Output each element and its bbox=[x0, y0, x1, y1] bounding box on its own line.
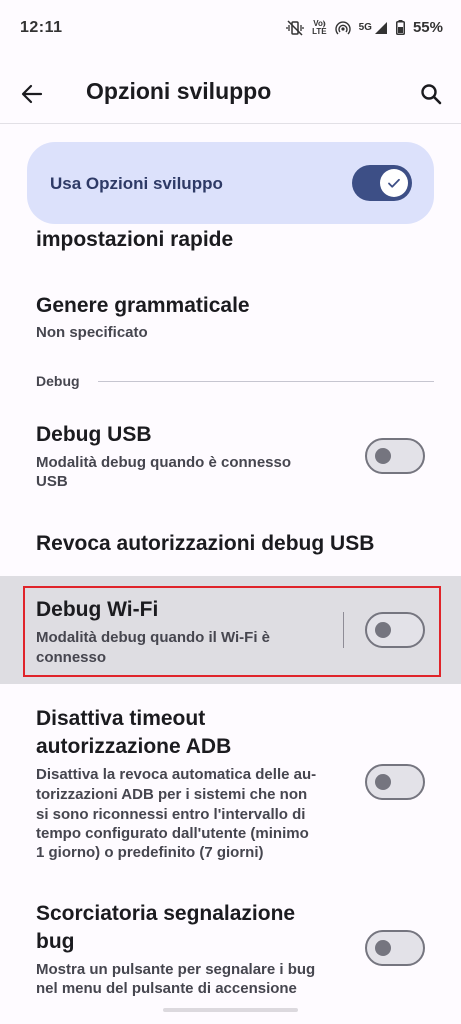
switch-knob bbox=[380, 169, 408, 197]
page-title: Opzioni sviluppo bbox=[86, 78, 272, 104]
highlight-annotation-box bbox=[23, 586, 441, 677]
setting-subtitle: nel menu del pulsante di accensione bbox=[36, 980, 297, 997]
gesture-nav-bar[interactable] bbox=[163, 1008, 298, 1012]
arrow-back-icon bbox=[21, 84, 43, 104]
section-divider bbox=[98, 381, 434, 382]
switch-knob bbox=[375, 940, 391, 956]
master-switch-label: Usa Opzioni sviluppo bbox=[50, 174, 223, 193]
setting-title: Scorciatoria segnalazione bbox=[36, 902, 296, 925]
master-switch[interactable] bbox=[352, 165, 412, 201]
status-bar: 12:11 Vo⦆ LTE 5G 55% bbox=[0, 0, 461, 58]
app-bar: Opzioni sviluppo bbox=[0, 60, 461, 124]
switch-knob bbox=[375, 774, 391, 790]
switch-knob bbox=[375, 448, 391, 464]
setting-title: Debug USB bbox=[36, 423, 152, 446]
partial-item-title[interactable]: impostazioni rapide bbox=[36, 226, 233, 254]
setting-subtitle: Mostra un pulsante per segnalare i bug bbox=[36, 961, 316, 978]
setting-subtitle: Modalità debug quando è connesso bbox=[36, 454, 292, 471]
vibrate-off-icon bbox=[286, 19, 304, 36]
setting-title: autorizzazione ADB bbox=[36, 735, 232, 758]
section-header-debug: Debug bbox=[36, 373, 80, 389]
setting-title: Genere grammaticale bbox=[36, 294, 250, 317]
battery-icon bbox=[395, 20, 405, 35]
usb-debug-switch[interactable] bbox=[365, 438, 425, 474]
battery-percent: 55% bbox=[412, 19, 443, 36]
search-button[interactable] bbox=[413, 76, 449, 112]
setting-subtitle: Disattiva la revoca automatica delle au- bbox=[36, 766, 317, 783]
setting-title: Revoca autorizzazioni debug USB bbox=[36, 532, 375, 555]
volte-icon: Vo⦆ LTE bbox=[312, 18, 327, 36]
setting-subtitle: torizzazioni ADB per i sistemi che non bbox=[36, 786, 308, 803]
search-icon bbox=[421, 84, 442, 105]
setting-subtitle: Non specificato bbox=[36, 324, 148, 341]
network-type: 5G bbox=[358, 22, 372, 33]
setting-title: bug bbox=[36, 930, 75, 953]
back-button[interactable] bbox=[14, 76, 50, 112]
settings-list[interactable]: Riquadri sviluppatore per impostazioni i… bbox=[0, 124, 461, 1024]
check-icon bbox=[388, 178, 400, 188]
bug-shortcut-switch[interactable] bbox=[365, 930, 425, 966]
setting-subtitle: tempo configurato dall'utente (minimo bbox=[36, 825, 309, 842]
setting-subtitle: si sono riconnessi entro l'intervallo di bbox=[36, 806, 306, 823]
setting-subtitle: 1 giorno) o predefinito (7 giorni) bbox=[36, 844, 264, 861]
signal-5g-icon: 5G bbox=[359, 21, 388, 35]
status-icons: Vo⦆ LTE 5G 55% bbox=[286, 19, 443, 36]
adb-timeout-switch[interactable] bbox=[365, 764, 425, 800]
setting-subtitle: USB bbox=[36, 473, 68, 490]
setting-title: Disattiva timeout bbox=[36, 707, 206, 730]
master-switch-card[interactable]: Usa Opzioni sviluppo bbox=[27, 142, 434, 224]
status-time: 12:11 bbox=[20, 19, 63, 36]
hotspot-icon bbox=[335, 20, 351, 36]
